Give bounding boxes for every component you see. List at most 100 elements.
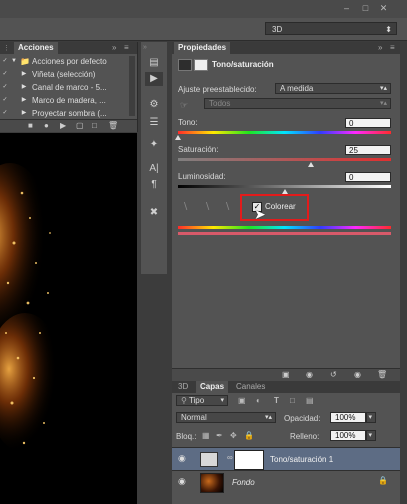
play-icon[interactable]: ▶ <box>60 121 66 130</box>
view-previous-icon[interactable]: ◉ <box>306 370 313 379</box>
properties-tab-bar: Propiedades » ≡ <box>172 42 400 54</box>
on-image-adjustment-icon[interactable]: ☞ <box>180 100 188 111</box>
adjustment-layer-icon <box>200 452 218 467</box>
clip-to-layer-icon[interactable]: ▣ <box>282 370 290 379</box>
tab-channels[interactable]: Canales <box>232 381 270 393</box>
filter-pixel-icon[interactable]: ▣ <box>238 396 246 405</box>
action-label: Marco de madera, ... <box>32 96 106 105</box>
hue-slider-thumb[interactable] <box>175 135 181 140</box>
lock-all-icon[interactable]: 🔒 <box>244 431 254 440</box>
hue-label: Tono: <box>178 118 198 127</box>
toggle-checkbox-icon[interactable]: ✓ <box>1 56 9 67</box>
lock-position-icon[interactable]: ✥ <box>230 431 237 440</box>
panel-title: Tono/saturación <box>212 60 274 69</box>
lock-label: Bloq.: <box>176 432 197 441</box>
lightness-input[interactable]: 0 <box>345 172 391 182</box>
tab-3d[interactable]: 3D <box>174 381 193 393</box>
record-icon[interactable]: ● <box>44 121 49 130</box>
visibility-eye-icon[interactable]: ◉ <box>178 453 186 464</box>
tab-actions[interactable]: Acciones <box>14 42 58 54</box>
saturation-slider-track[interactable] <box>178 158 391 161</box>
expand-triangle-icon[interactable]: ▼ <box>10 56 18 67</box>
new-set-icon[interactable]: ▢ <box>76 121 84 130</box>
filter-adjustment-icon[interactable]: ◐ <box>256 396 261 405</box>
hue-input[interactable]: 0 <box>345 118 391 128</box>
layer-name[interactable]: Fondo <box>232 478 255 487</box>
trash-icon[interactable]: 🗑 <box>377 370 387 379</box>
expand-triangle-icon[interactable]: ▶ <box>20 95 28 106</box>
saturation-input[interactable]: 25 <box>345 145 391 155</box>
toggle-checkbox-icon[interactable]: ✓ <box>1 69 9 80</box>
layer-row[interactable]: ◉ Fondo 🔒 <box>172 470 400 493</box>
toggle-checkbox-icon[interactable]: ✓ <box>1 82 9 93</box>
tab-properties[interactable]: Propiedades <box>174 42 231 54</box>
action-set-row[interactable]: ✓ ▼ 📁 Acciones por defecto <box>0 56 124 67</box>
properties-panel: Propiedades » ≡ Tono/saturación Ajuste p… <box>172 42 400 383</box>
blend-mode-dropdown[interactable]: Normal ▾▴ <box>176 412 276 423</box>
fill-dropdown[interactable]: ▾ <box>366 430 376 441</box>
filter-type-icon[interactable]: T <box>274 396 279 405</box>
actions-scrollbar[interactable] <box>129 56 135 116</box>
eyedropper-icon[interactable]: ∖ <box>182 202 188 213</box>
collapse-dock-icon[interactable]: » <box>143 44 147 51</box>
close-button[interactable]: ✕ <box>377 2 390 14</box>
new-action-icon[interactable]: □ <box>92 121 97 130</box>
preset-label: Ajuste preestablecido: <box>178 85 257 94</box>
action-row[interactable]: ✓ ▶ Canal de marco - 5... <box>0 82 124 93</box>
opacity-input[interactable]: 100% <box>330 412 366 423</box>
visibility-eye-icon[interactable]: ◉ <box>178 476 186 487</box>
trash-icon[interactable]: 🗑 <box>108 121 118 130</box>
preset-dropdown[interactable]: A medida ▾▴ <box>275 83 391 94</box>
chevron-down-icon: ▾▴ <box>379 85 387 92</box>
hue-slider-track[interactable] <box>178 131 391 134</box>
action-row[interactable]: ✓ ▶ Marco de madera, ... <box>0 95 124 106</box>
lightness-slider-track[interactable] <box>178 185 391 188</box>
minimize-button[interactable]: – <box>340 2 353 14</box>
filter-shape-icon[interactable]: □ <box>290 396 295 405</box>
saturation-slider-thumb[interactable] <box>308 162 315 167</box>
brush-presets-icon[interactable]: ✦ <box>145 138 163 152</box>
tool-presets-icon[interactable]: ✖ <box>145 206 163 220</box>
properties-icon[interactable]: ☰ <box>145 116 163 130</box>
eyedropper-plus-icon[interactable]: ∖ <box>204 202 210 213</box>
stop-icon[interactable]: ■ <box>28 121 33 130</box>
document-canvas[interactable] <box>0 133 137 504</box>
action-row[interactable]: ✓ ▶ Viñeta (selección) <box>0 69 124 80</box>
lock-transparency-icon[interactable]: ▦ <box>202 431 210 440</box>
expand-triangle-icon[interactable]: ▶ <box>20 69 28 80</box>
workspace-selector[interactable]: 3D ⬍ <box>265 22 397 35</box>
eyedropper-minus-icon[interactable]: ∖ <box>224 202 230 213</box>
lock-image-icon[interactable]: ✒ <box>216 431 223 440</box>
mouse-cursor-icon: ➤ <box>254 206 266 222</box>
tab-layers[interactable]: Capas <box>196 381 229 393</box>
layer-row[interactable]: ◉ ∞ Tono/saturación 1 <box>172 447 400 470</box>
toggle-checkbox-icon[interactable]: ✓ <box>1 95 9 106</box>
hue-range-bar-top <box>178 226 391 229</box>
collapse-panel-icon[interactable]: » <box>112 43 116 52</box>
adjustments-icon[interactable]: ⚙ <box>145 98 163 112</box>
layer-thumbnail <box>200 473 224 493</box>
expand-triangle-icon[interactable]: ▶ <box>20 108 28 119</box>
paragraph-icon[interactable]: ¶ <box>145 178 163 192</box>
toggle-checkbox-icon[interactable]: ✓ <box>1 108 9 119</box>
maximize-button[interactable]: □ <box>359 2 372 14</box>
panel-menu-icon[interactable]: ≡ <box>124 43 129 52</box>
layer-mask-icon[interactable] <box>194 59 208 71</box>
layer-mask-thumbnail[interactable] <box>234 450 264 470</box>
visibility-icon[interactable]: ◉ <box>354 370 361 379</box>
character-icon[interactable]: A| <box>145 162 163 176</box>
channel-dropdown[interactable]: Todos ▾▴ <box>204 98 391 109</box>
fill-input[interactable]: 100% <box>330 430 366 441</box>
actions-play-icon[interactable]: ▶ <box>145 72 163 86</box>
action-row[interactable]: ✓ ▶ Proyectar sombra (... <box>0 108 124 119</box>
chevron-down-icon: ▾▴ <box>264 414 272 421</box>
history-icon[interactable]: ▤ <box>145 56 163 70</box>
expand-triangle-icon[interactable]: ▶ <box>20 82 28 93</box>
filter-smart-object-icon[interactable]: ▤ <box>306 396 314 405</box>
collapse-panel-icon[interactable]: » <box>378 43 382 52</box>
panel-menu-icon[interactable]: ≡ <box>390 43 395 52</box>
layer-name[interactable]: Tono/saturación 1 <box>270 455 333 464</box>
reset-icon[interactable]: ↺ <box>330 370 337 379</box>
opacity-dropdown[interactable]: ▾ <box>366 412 376 423</box>
layer-filter-dropdown[interactable]: ⚲ Tipo ▾ <box>176 395 228 406</box>
